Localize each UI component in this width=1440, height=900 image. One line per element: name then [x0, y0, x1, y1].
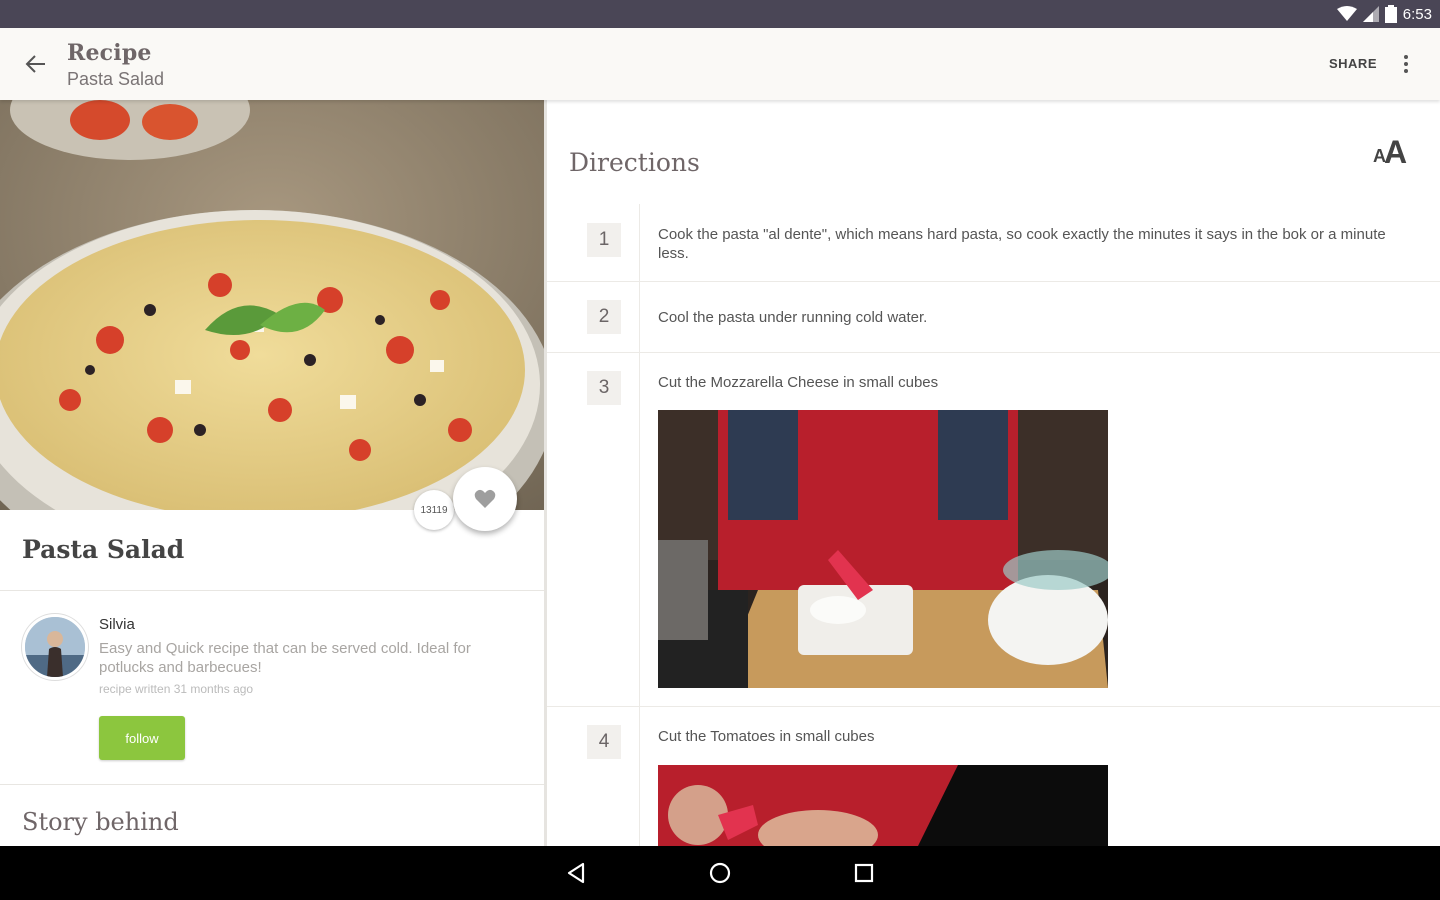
step-text: Cool the pasta under running cold water.: [658, 309, 928, 326]
recipe-title: Pasta Salad: [22, 535, 185, 564]
app-bar: Recipe Pasta Salad SHARE: [0, 28, 1440, 100]
step-divider: [547, 281, 1440, 282]
app-bar-title: Recipe: [67, 40, 152, 66]
recipe-written-time: recipe written 31 months ago: [99, 682, 254, 696]
directions-panel: Directions A A 1 Cook the pasta "al dent…: [547, 100, 1440, 846]
divider: [0, 590, 544, 591]
author-avatar[interactable]: [22, 614, 88, 680]
system-nav-bar: [0, 846, 1440, 900]
nav-back-icon: [567, 862, 585, 884]
step-number-column-line: [639, 204, 640, 846]
step-divider: [547, 706, 1440, 707]
nav-home-icon: [709, 862, 731, 884]
text-size-icon: A A: [1373, 134, 1407, 170]
more-vert-icon: [1404, 55, 1408, 73]
nav-recents-button[interactable]: [849, 858, 879, 888]
wifi-icon: [1336, 6, 1357, 21]
follow-button[interactable]: follow: [99, 716, 185, 760]
status-time: 6:53: [1402, 5, 1432, 23]
status-bar: 6:53: [0, 0, 1440, 28]
step-divider: [547, 352, 1440, 353]
status-icons: 6:53: [1336, 0, 1432, 28]
nav-home-button[interactable]: [705, 858, 735, 888]
recipe-hero-image: [0, 100, 544, 510]
battery-icon: [1384, 5, 1397, 23]
back-button[interactable]: [16, 44, 56, 84]
step-image[interactable]: [658, 765, 1108, 846]
nav-back-button[interactable]: [561, 858, 591, 888]
author-description: Easy and Quick recipe that can be served…: [99, 640, 471, 676]
step-number: 3: [587, 371, 621, 405]
step-text: Cut the Tomatoes in small cubes: [658, 728, 875, 745]
nav-recents-icon: [854, 863, 874, 883]
text-size-button[interactable]: A A: [1373, 134, 1413, 170]
step-text: Cut the Mozzarella Cheese in small cubes: [658, 374, 939, 391]
step-number: 1: [587, 223, 621, 257]
story-behind-heading: Story behind: [22, 808, 179, 836]
overflow-menu-button[interactable]: [1392, 50, 1420, 78]
svg-text:A: A: [1384, 134, 1407, 168]
cell-signal-icon: [1362, 6, 1379, 22]
step-text: Cook the pasta "al dente", which means h…: [658, 226, 1386, 262]
app-bar-subtitle: Pasta Salad: [67, 69, 165, 89]
step-number: 4: [587, 725, 621, 759]
step-number: 2: [587, 300, 621, 334]
step-image[interactable]: [658, 410, 1108, 688]
directions-title: Directions: [569, 148, 700, 177]
likes-count: 13119: [414, 490, 454, 530]
arrow-back-icon: [25, 55, 45, 73]
share-button[interactable]: SHARE: [1329, 56, 1377, 71]
heart-icon: [474, 489, 496, 508]
recipe-summary-panel: 13119 Pasta Salad Silvia Easy and Quick …: [0, 100, 544, 846]
like-button[interactable]: [453, 467, 517, 531]
divider: [0, 784, 544, 785]
author-name[interactable]: Silvia: [99, 616, 135, 633]
